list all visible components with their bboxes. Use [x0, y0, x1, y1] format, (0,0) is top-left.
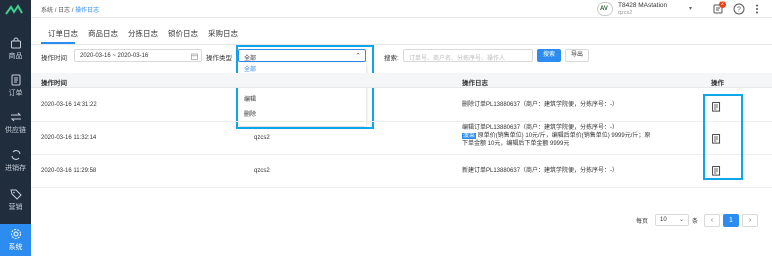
- breadcrumb-separator: /: [71, 8, 74, 14]
- breadcrumb-log[interactable]: 日志: [58, 8, 70, 14]
- page-1-button[interactable]: 1: [723, 214, 739, 227]
- export-button[interactable]: 导出: [565, 49, 589, 62]
- header-log: 操作日志: [462, 80, 488, 87]
- product-tag: 菠菜: [462, 133, 477, 139]
- sidebar-item-system[interactable]: 系统: [0, 224, 31, 256]
- tab-goods-log[interactable]: 商品日志: [88, 28, 118, 39]
- next-page-button[interactable]: ›: [742, 214, 758, 227]
- tag-icon: [9, 189, 22, 200]
- station-logo: AV: [597, 2, 613, 16]
- user-account: qzcs2: [618, 10, 633, 16]
- gear-icon: [10, 229, 21, 239]
- time-label: 操作时间: [41, 55, 67, 62]
- row-log: 新建订单PL13880637（商户：建筑学院便，分拣序号：-）: [462, 168, 619, 174]
- main-content: 订单日志 商品日志 分拣日志 锁价日志 采购日志 操作时间 2020-03-16…: [31, 18, 772, 256]
- page-size-select[interactable]: 10 ⌄: [655, 214, 689, 226]
- exchange-icon: [10, 112, 21, 122]
- row-operator: qzcs2: [254, 135, 270, 141]
- more-icon[interactable]: [751, 3, 763, 15]
- sidebar-item-goods[interactable]: 商品: [0, 33, 31, 65]
- table-row: 2020-03-16 14:31:22 删除订单PL13880637（商户：建筑…: [31, 89, 772, 122]
- breadcrumb-current: 操作日志: [75, 8, 100, 14]
- header-time: 操作时间: [41, 80, 67, 87]
- sidebar-item-supply-chain[interactable]: 供应链: [0, 107, 31, 139]
- row-log-line: 菠菜 原单价(销售单位) 10元/斤，编辑后单价(销售单位) 9999元/斤；原: [462, 133, 650, 141]
- search-input[interactable]: 订单号、商户名、分拣序号、操作人: [403, 49, 533, 62]
- breadcrumb-separator: /: [54, 8, 57, 14]
- search-label: 搜索:: [384, 55, 399, 62]
- tab-sorting-log[interactable]: 分拣日志: [128, 28, 158, 39]
- highlight-box-operations: [703, 94, 743, 180]
- table-row: 2020-03-16 11:32:14 qzcs2 编辑订单PL13880637…: [31, 122, 772, 155]
- station-name[interactable]: T8428 MAstation: [618, 2, 667, 9]
- table-header: 操作时间 操作日志 操作: [31, 73, 772, 88]
- tab-order-log[interactable]: 订单日志: [48, 28, 78, 39]
- row-operator: qzcs2: [254, 168, 270, 174]
- top-bar: 系统 / 日志 / 操作日志 AV T8428 MAstation qzcs2 …: [31, 0, 772, 18]
- sidebar-item-label: 营销: [8, 204, 23, 211]
- page-size-value: 10: [660, 217, 667, 223]
- date-range-input[interactable]: 2020-03-16 ~ 2020-03-16: [74, 49, 202, 62]
- sidebar: 商品 订单 供应链 进销存 营销 系统: [0, 0, 31, 256]
- tab-purchase-log[interactable]: 采购日志: [208, 28, 238, 39]
- sidebar-item-inventory[interactable]: 进销存: [0, 145, 31, 177]
- tabs-divider: [31, 44, 772, 45]
- sidebar-item-label: 进销存: [5, 165, 26, 172]
- bag-icon: [10, 37, 21, 49]
- row-time: 2020-03-16 14:31:22: [41, 102, 97, 108]
- breadcrumb: 系统 / 日志 / 操作日志: [41, 5, 99, 14]
- station-logo-text: AV: [600, 6, 608, 12]
- sidebar-item-orders[interactable]: 订单: [0, 70, 31, 102]
- date-range-value: 2020-03-16 ~ 2020-03-16: [80, 53, 149, 59]
- notification-badge: 2: [719, 1, 726, 8]
- cycle-icon: [11, 150, 20, 160]
- row-time: 2020-03-16 11:29:58: [41, 168, 97, 174]
- row-log-line: 下单金额 10元，编辑后下单金额 9999元: [462, 141, 570, 147]
- document-icon: [11, 74, 20, 86]
- table-row: 2020-03-16 11:29:58 qzcs2 新建订单PL13880637…: [31, 155, 772, 188]
- sidebar-item-label: 供应链: [5, 127, 26, 134]
- help-icon[interactable]: ?: [733, 3, 745, 15]
- prev-page-button[interactable]: ‹: [704, 214, 720, 227]
- row-log-line: 编辑订单PL13880637（商户：建筑学院便，分拣序号：-）: [462, 125, 619, 131]
- row-time: 2020-03-16 11:32:14: [41, 135, 97, 141]
- breadcrumb-system[interactable]: 系统: [41, 8, 53, 14]
- brand-logo: [5, 4, 23, 15]
- row-log-text: 原单价(销售单位) 10元/斤，编辑后单价(销售单位) 9999元/斤；原: [477, 133, 651, 139]
- sidebar-item-label: 商品: [8, 53, 23, 60]
- search-button[interactable]: 搜索: [537, 49, 561, 62]
- row-log: 删除订单PL13880637（商户：建筑学院便，分拣序号：-）: [462, 102, 619, 108]
- type-label: 操作类型: [206, 55, 232, 62]
- calendar-icon: [191, 53, 198, 60]
- sidebar-item-label: 系统: [8, 244, 23, 251]
- chevron-down-icon: ⌄: [678, 217, 684, 223]
- per-page-label: 每页: [636, 219, 649, 225]
- svg-text:?: ?: [737, 7, 741, 14]
- tab-price-lock-log[interactable]: 锁价日志: [168, 28, 198, 39]
- per-page-unit: 条: [692, 219, 699, 225]
- chevron-down-icon[interactable]: ▾: [689, 5, 692, 12]
- header-operation: 操作: [711, 80, 724, 87]
- sidebar-item-label: 订单: [8, 90, 23, 97]
- sidebar-item-marketing[interactable]: 营销: [0, 184, 31, 216]
